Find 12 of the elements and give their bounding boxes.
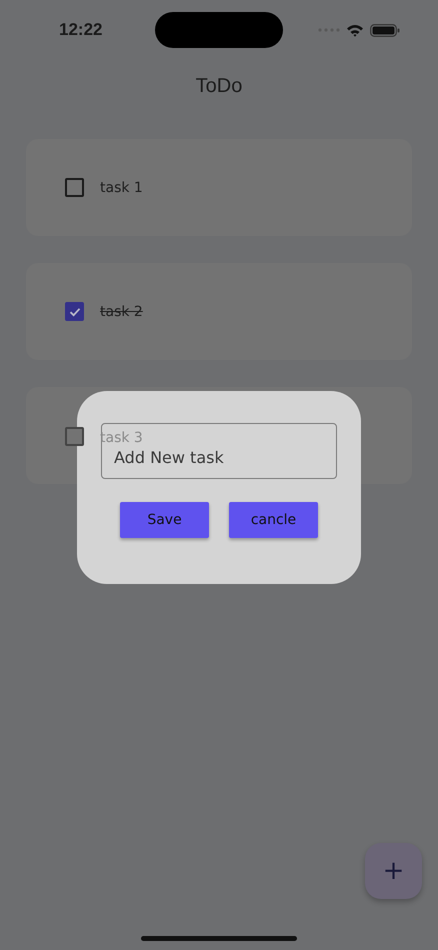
wifi-icon	[346, 24, 364, 36]
task-checkbox[interactable]	[65, 178, 84, 197]
task-checkbox[interactable]	[65, 427, 84, 446]
add-button[interactable]: +	[365, 843, 422, 899]
app-title: ToDo	[194, 75, 244, 98]
dialog-button[interactable]: cancle	[229, 502, 318, 538]
status-time: 12:22	[59, 20, 104, 40]
task-label: task 1	[100, 180, 143, 196]
battery-icon	[370, 24, 400, 36]
dialog-button[interactable]: Save	[120, 502, 209, 538]
task-label: task 2	[100, 304, 143, 320]
task-checkbox[interactable]	[65, 302, 84, 321]
